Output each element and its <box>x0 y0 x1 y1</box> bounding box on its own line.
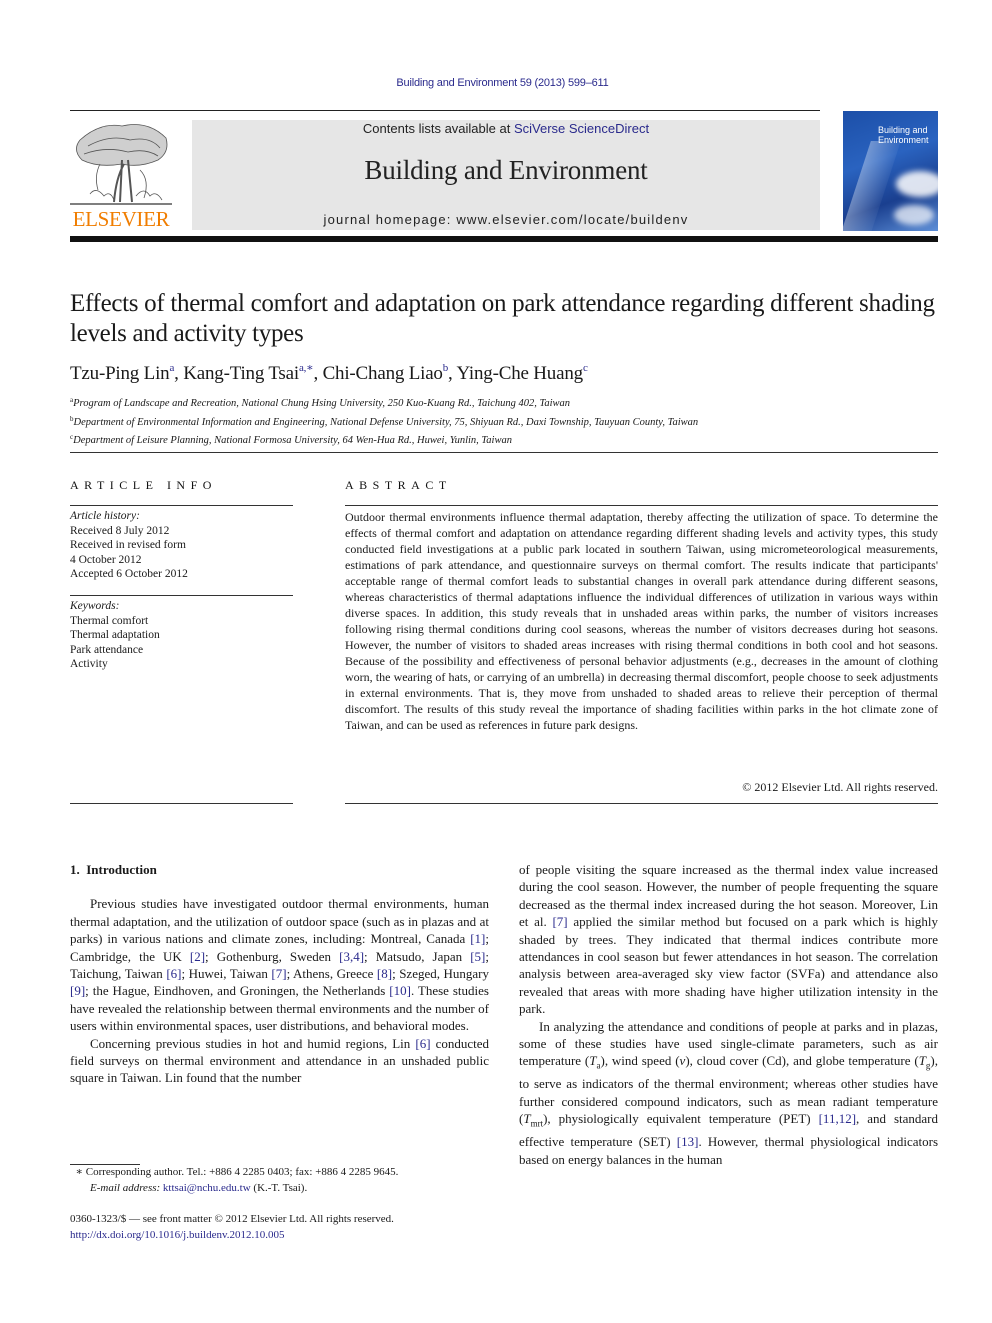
footnote-line: ∗ Corresponding author. Tel.: +886 4 228… <box>75 1166 399 1178</box>
history-item: Received in revised form <box>70 539 186 551</box>
journal-homepage: journal homepage: www.elsevier.com/locat… <box>192 212 820 227</box>
divider <box>70 595 293 596</box>
author-list: Tzu-Ping Lina, Kang-Ting Tsaia,∗, Chi-Ch… <box>70 361 950 385</box>
abstract-text: Outdoor thermal environments influence t… <box>345 510 938 732</box>
affiliations: aProgram of Landscape and Recreation, Na… <box>70 393 950 449</box>
cover-cloud-graphic <box>894 205 934 225</box>
elsevier-logo: ELSEVIER <box>70 120 172 232</box>
publisher-name: ELSEVIER <box>72 207 170 231</box>
citation-link[interactable]: [7] <box>271 966 286 981</box>
contents-line: Contents lists available at SciVerse Sci… <box>192 121 820 136</box>
history-item: 4 October 2012 <box>70 553 142 566</box>
keyword: Activity <box>70 658 108 670</box>
divider <box>70 505 293 506</box>
citation-link[interactable]: [3,4] <box>339 949 364 964</box>
header-thick-rule <box>70 236 938 242</box>
body-column-left: 1. Introduction Previous studies have in… <box>70 861 489 1087</box>
history-item: Accepted 6 October 2012 <box>70 568 188 580</box>
contents-prefix: Contents lists available at <box>362 121 514 136</box>
keyword: Park attendance <box>70 643 144 656</box>
divider <box>70 803 293 804</box>
journal-cover-image[interactable]: Building and Environment <box>843 111 938 231</box>
citation-link[interactable]: [2] <box>190 949 205 964</box>
paragraph: of people visiting the square increased … <box>519 862 939 1017</box>
keywords-label: Keywords: <box>70 600 120 612</box>
homepage-url[interactable]: www.elsevier.com/locate/buildenv <box>456 212 688 227</box>
sciencedirect-link[interactable]: SciVerse ScienceDirect <box>514 121 649 136</box>
homepage-label: journal homepage: <box>323 212 457 227</box>
math-symbol: Tmrt <box>523 1111 544 1129</box>
paragraph: Previous studies have investigated outdo… <box>70 896 490 1034</box>
cover-title: Building and Environment <box>878 125 929 145</box>
email-line: E-mail address: kttsai@nchu.edu.tw (K.-T… <box>90 1181 308 1194</box>
history-label: Article history: <box>70 510 140 522</box>
affiliation: bDepartment of Environmental Information… <box>70 414 699 428</box>
history-item: Received 8 July 2012 <box>70 524 170 537</box>
elsevier-tree-icon <box>70 124 172 205</box>
citation-link[interactable]: [10] <box>389 983 411 998</box>
header-rule <box>70 110 820 111</box>
front-matter: 0360-1323/$ — see front matter © 2012 El… <box>70 1212 500 1243</box>
citation-link[interactable]: [9] <box>70 983 85 998</box>
author[interactable]: Tzu-Ping Lina, <box>70 362 183 384</box>
running-head[interactable]: Building and Environment 59 (2013) 599–6… <box>0 77 992 89</box>
paragraph: In analyzing the attendance and conditio… <box>519 1018 939 1167</box>
citation-link[interactable]: [6] <box>166 966 181 981</box>
citation-link[interactable]: [8] <box>377 966 392 981</box>
section-heading: 1. Introduction <box>70 862 157 877</box>
paper-title: Effects of thermal comfort and adaptatio… <box>70 290 935 347</box>
author[interactable]: Kang-Ting Tsaia,∗, <box>183 362 322 384</box>
citation-link[interactable]: [11,12] <box>819 1111 856 1126</box>
doi-link[interactable]: http://dx.doi.org/10.1016/j.buildenv.201… <box>70 1229 285 1241</box>
article-info-heading: ARTICLE INFO <box>70 478 217 492</box>
cover-tower-graphic <box>843 141 901 231</box>
paragraph: Concerning previous studies in hot and h… <box>70 1035 490 1086</box>
citation-link[interactable]: [6] <box>415 1036 430 1051</box>
cover-cloud-graphic <box>896 171 938 197</box>
running-head-link[interactable]: Building and Environment 59 (2013) 599–6… <box>396 77 608 89</box>
math-symbol: Ta <box>589 1053 601 1072</box>
front-matter-text: 0360-1323/$ — see front matter © 2012 El… <box>70 1213 394 1225</box>
keyword: Thermal comfort <box>70 614 149 627</box>
abstract-heading: ABSTRACT <box>345 478 452 492</box>
citation-link[interactable]: [1] <box>470 931 485 946</box>
keyword: Thermal adaptation <box>70 629 160 641</box>
affiliation: cDepartment of Leisure Planning, Nationa… <box>70 433 512 446</box>
keywords: Keywords: Thermal comfort Thermal adapta… <box>70 599 295 672</box>
divider <box>345 505 938 506</box>
journal-title: Building and Environment <box>364 155 648 185</box>
abstract-copyright: © 2012 Elsevier Ltd. All rights reserved… <box>742 780 938 794</box>
divider <box>70 452 938 453</box>
citation-link[interactable]: [5] <box>470 949 485 964</box>
body-column-right: of people visiting the square increased … <box>519 861 938 1168</box>
footnote-star: ∗ <box>75 1166 83 1178</box>
email-link[interactable]: kttsai@nchu.edu.tw <box>163 1182 251 1194</box>
citation-link[interactable]: [13] <box>677 1134 699 1149</box>
affiliation: aProgram of Landscape and Recreation, Na… <box>70 396 571 409</box>
citation-link[interactable]: [7] <box>552 914 567 929</box>
math-symbol: Tg <box>918 1053 931 1072</box>
author[interactable]: Chi-Chang Liaob, <box>323 362 457 384</box>
math-symbol: v <box>679 1053 686 1069</box>
article-history: Article history: Received 8 July 2012 Re… <box>70 509 295 582</box>
divider <box>345 803 938 804</box>
author[interactable]: Ying-Che Huangc <box>456 362 587 384</box>
corresponding-author-footnote: ∗ Corresponding author. Tel.: +886 4 228… <box>70 1165 500 1196</box>
